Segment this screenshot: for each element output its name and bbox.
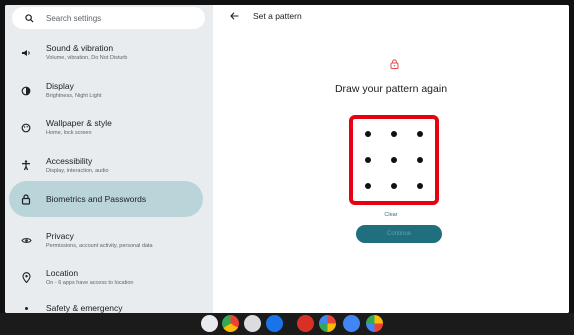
settings-sidebar: Search settings Sound & vibration Volume… [5,5,213,313]
pattern-dot[interactable] [417,183,423,189]
sidebar-item-subtitle: Permissions, account activity, personal … [46,243,153,249]
sidebar-item-title: Privacy [46,231,74,241]
pattern-dot[interactable] [391,183,397,189]
search-input[interactable]: Search settings [46,14,101,23]
sidebar-item-accessibility[interactable]: Accessibility Display, interaction, audi… [17,156,207,175]
pattern-dot[interactable] [365,131,371,137]
pattern-dot[interactable] [417,157,423,163]
pattern-dot[interactable] [365,183,371,189]
top-bar: Set a pattern [227,11,302,21]
pattern-grid[interactable] [349,115,439,205]
app-red-icon[interactable] [297,315,314,332]
sidebar-item-title: Safety & emergency [46,303,123,313]
sidebar-item-sound[interactable]: Sound & vibration Volume, vibration, Do … [17,43,207,62]
speaker-icon [17,48,35,58]
lock-icon [390,56,399,74]
pattern-dot[interactable] [365,157,371,163]
app-gallery-icon[interactable] [366,315,383,332]
sidebar-item-wallpaper[interactable]: Wallpaper & style Home, lock screen [17,118,207,137]
pattern-heading: Draw your pattern again [334,83,448,95]
sidebar-item-title: Display [46,81,74,91]
accessibility-icon [17,160,35,171]
sidebar-item-title: Biometrics and Passwords [46,193,147,204]
pattern-dot[interactable] [391,131,397,137]
sidebar-item-safety[interactable]: Safety & emergency [17,303,207,313]
app-pink-icon[interactable] [319,315,336,332]
sidebar-item-title: Accessibility [46,156,93,166]
continue-button[interactable]: Continue [356,225,442,243]
sidebar-item-title: Location [46,268,79,278]
search-bar[interactable]: Search settings [12,7,205,29]
pattern-dot[interactable] [417,131,423,137]
lock-icon [17,193,35,205]
settings-icon[interactable] [266,315,283,332]
back-arrow-icon[interactable] [227,12,241,20]
sidebar-item-biometrics[interactable]: Biometrics and Passwords [9,181,203,217]
page-title: Set a pattern [253,11,302,21]
sidebar-item-subtitle: Home, lock screen [46,130,92,136]
sidebar-item-subtitle: Display, interaction, audio [46,168,109,174]
sidebar-item-location[interactable]: Location On - 6 apps have access to loca… [17,268,207,287]
set-pattern-panel: Set a pattern Draw your pattern again Cl… [213,5,569,313]
sidebar-item-privacy[interactable]: Privacy Permissions, account activity, p… [17,231,207,250]
privacy-icon [17,236,35,245]
search-icon [18,13,40,23]
brightness-icon [17,86,35,96]
palette-icon [17,123,35,133]
sidebar-item-subtitle: On - 6 apps have access to location [46,280,134,286]
camera-icon[interactable] [244,315,261,332]
sidebar-item-title: Sound & vibration [46,43,114,53]
sidebar-item-title: Wallpaper & style [46,118,112,128]
chrome-icon[interactable] [222,315,239,332]
safety-icon [17,304,35,313]
sidebar-item-subtitle: Volume, vibration, Do Not Disturb [46,55,128,61]
launcher-icon[interactable] [201,315,218,332]
settings-window: Search settings Sound & vibration Volume… [5,5,569,313]
taskbar [0,313,574,335]
sidebar-item-display[interactable]: Display Brightness, Night Light [17,81,207,100]
clear-button[interactable]: Clear [213,212,569,218]
location-pin-icon [17,272,35,283]
sidebar-item-subtitle: Brightness, Night Light [46,93,102,99]
pattern-dot[interactable] [391,157,397,163]
app-blue-icon[interactable] [343,315,360,332]
